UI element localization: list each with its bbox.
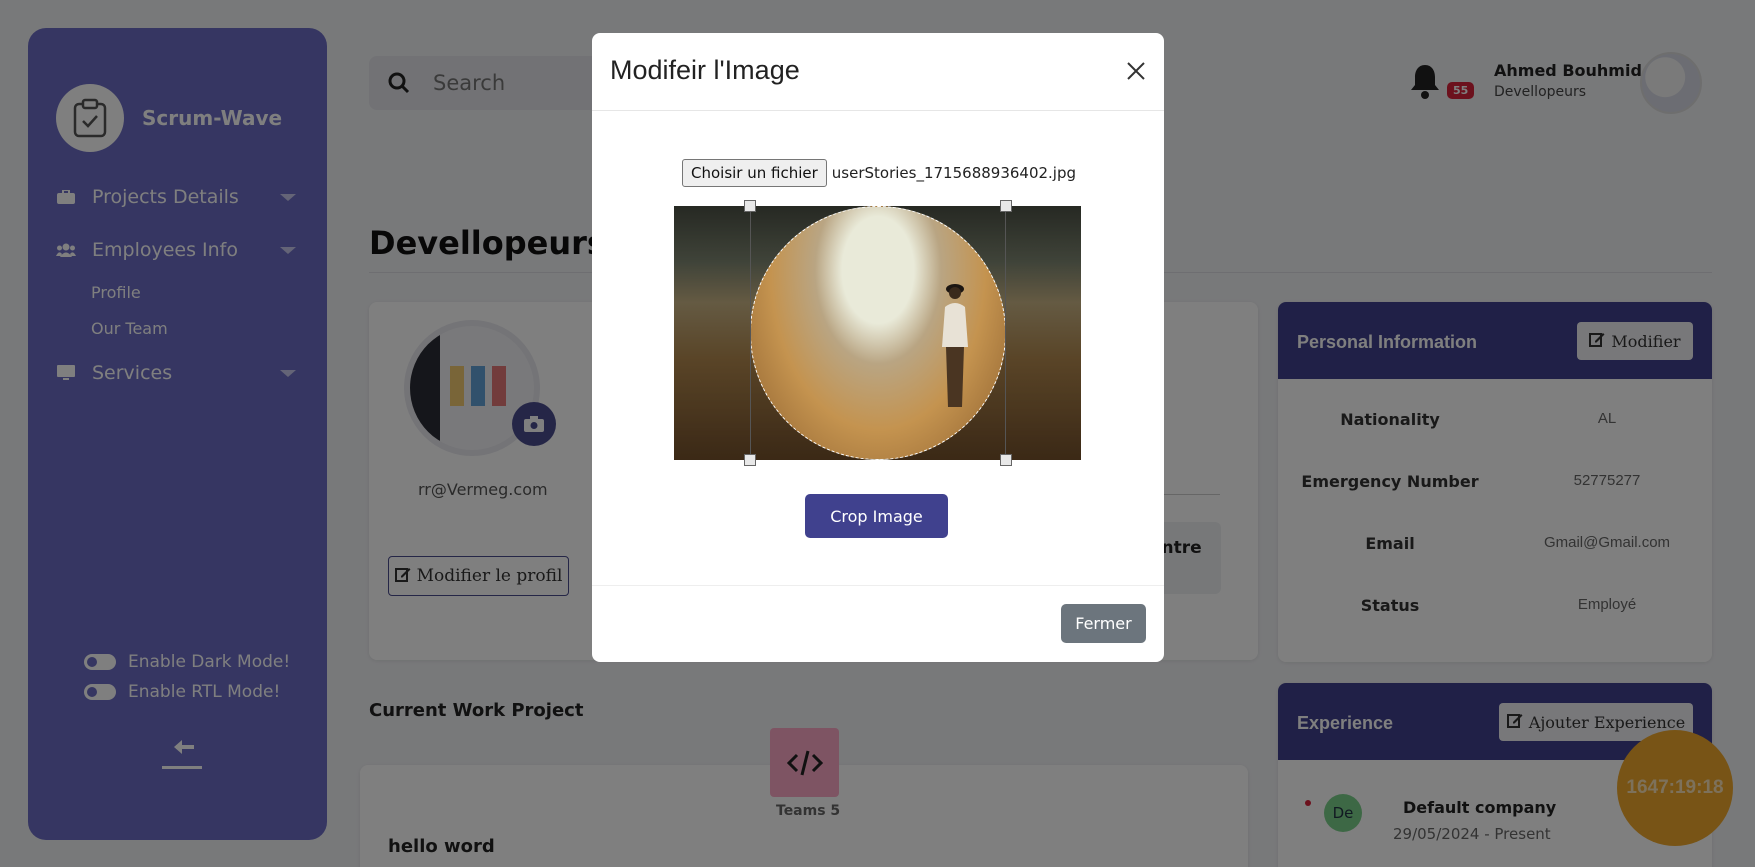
crop-frame: [750, 206, 1006, 460]
edit-image-modal: Modifeir l'Image Choisir un fichier user…: [592, 33, 1164, 662]
modal-title: Modifeir l'Image: [610, 55, 800, 85]
crop-image-button[interactable]: Crop Image: [805, 494, 948, 538]
crop-handle[interactable]: [1000, 200, 1012, 212]
close-button[interactable]: Fermer: [1061, 604, 1146, 643]
file-name: userStories_1715688936402.jpg: [831, 164, 1077, 182]
crop-handle[interactable]: [744, 200, 756, 212]
modal-footer: Fermer: [592, 585, 1164, 662]
crop-handle[interactable]: [1000, 454, 1012, 466]
crop-handle[interactable]: [744, 454, 756, 466]
file-input[interactable]: Choisir un fichier userStories_171568893…: [682, 159, 1076, 187]
modal-header: Modifeir l'Image: [592, 33, 1164, 111]
close-icon[interactable]: [1125, 60, 1147, 82]
choose-file-button[interactable]: Choisir un fichier: [682, 159, 827, 187]
